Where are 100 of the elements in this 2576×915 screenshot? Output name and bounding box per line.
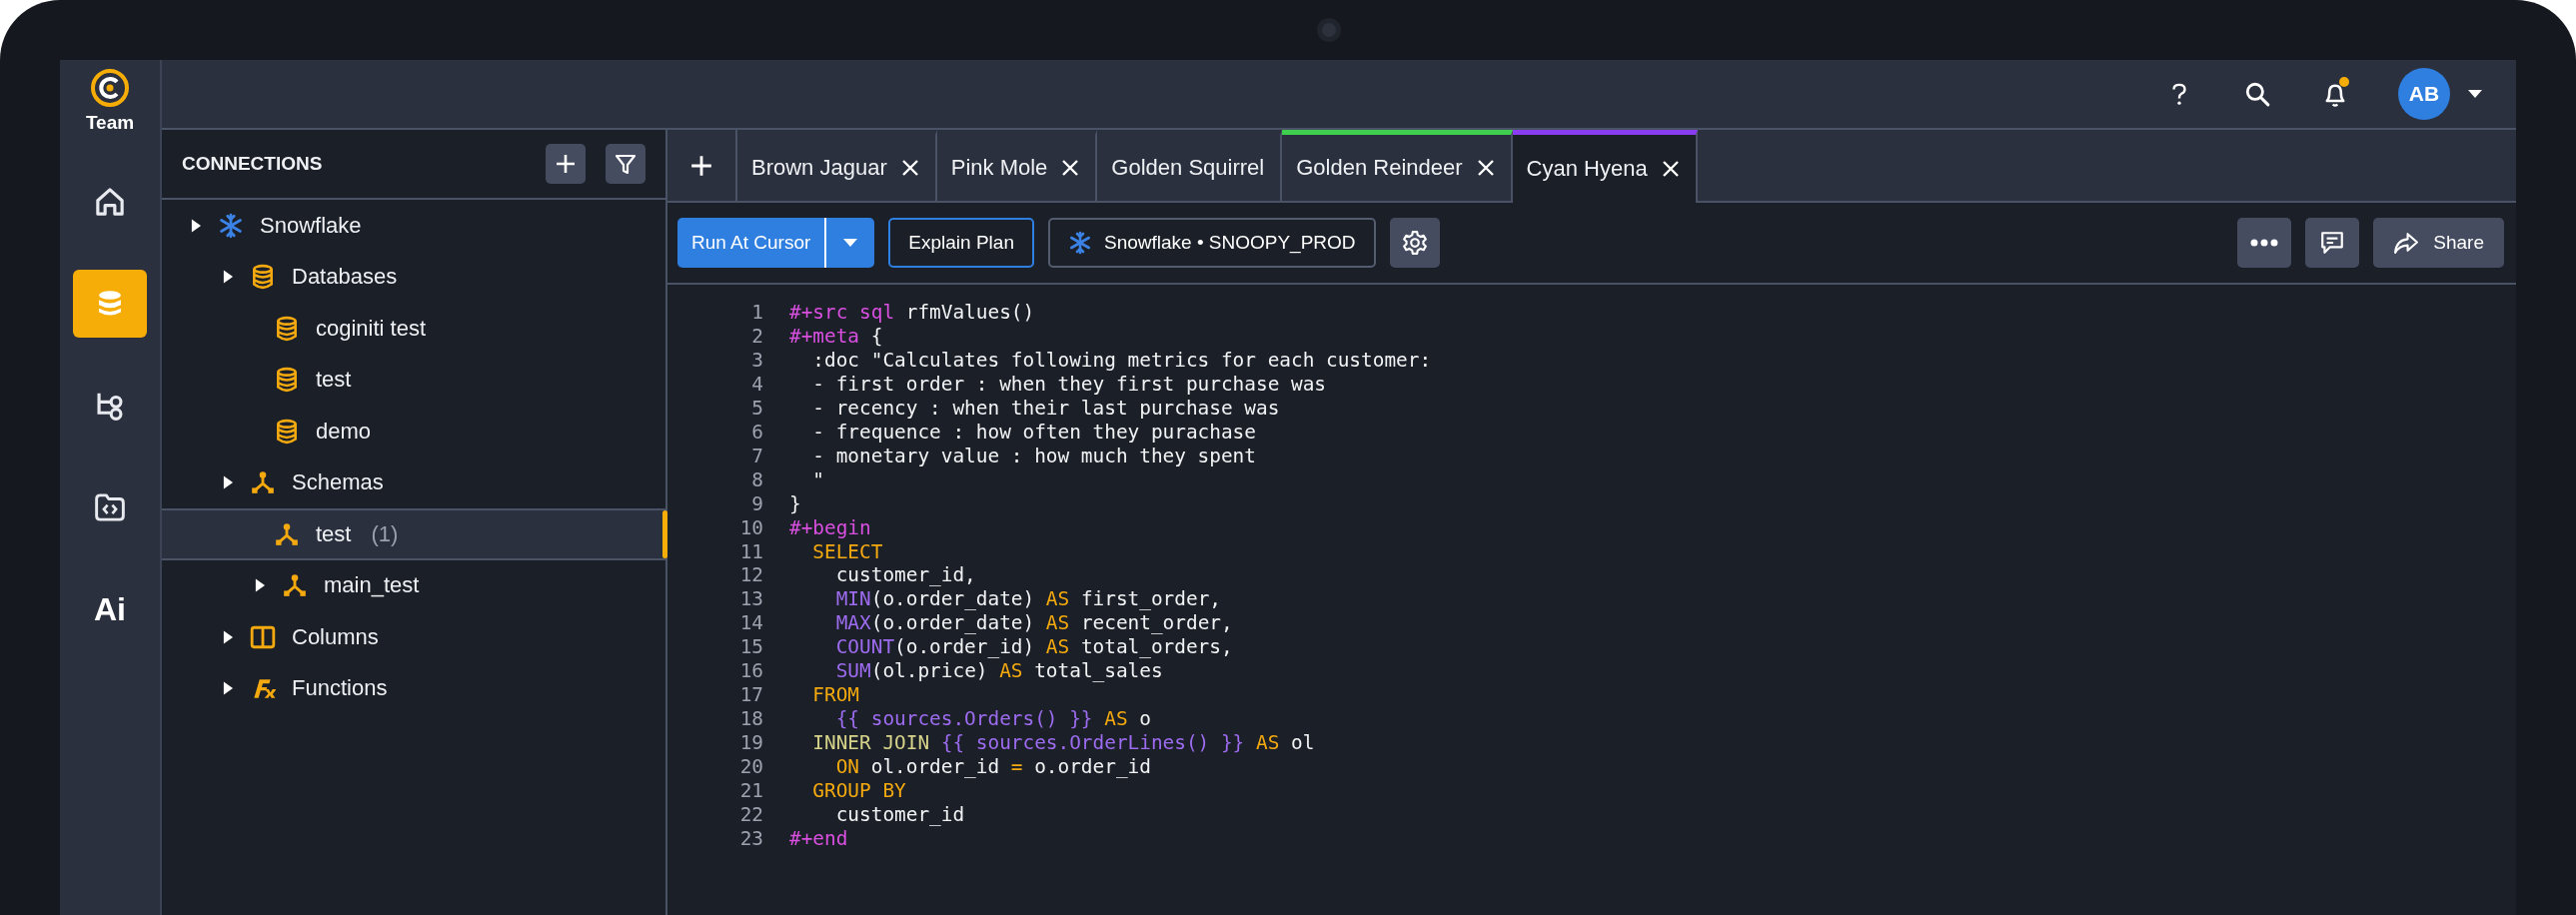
line-number: 22 [738,803,764,827]
close-tab-button[interactable] [1061,159,1080,177]
code-line: SUM(ol.price) AS total_sales [834,659,1163,684]
tab-label: Pink Mole [950,155,1048,181]
tree-item[interactable]: test (1) [162,508,665,560]
plus-icon [689,153,713,178]
comment-icon [2319,230,2346,256]
tree-item-label: test [316,520,352,547]
line-number: 16 [738,659,764,684]
code-line: GROUP BY [811,779,906,803]
team-label: Team [85,112,135,134]
line-number: 7 [750,444,764,468]
code-line: } [789,491,801,516]
tree-item[interactable]: test [162,354,665,406]
columns-icon [250,623,276,650]
close-tab-button[interactable] [1661,160,1680,178]
database-icon [274,315,300,342]
tree-item-label: Columns [292,623,379,650]
code-line: ON ol.order_id = o.order_id [834,755,1151,780]
code-line: - recency : when their last purchase was [811,396,1280,421]
snowflake-icon [1067,231,1092,255]
editor-tab[interactable]: Golden Reindeer [1282,130,1513,201]
line-number: 18 [738,707,764,732]
tree-item[interactable]: Functions [162,662,665,714]
tab-label: Cyan Hyena [1526,156,1648,182]
line-number: 12 [738,563,764,588]
run-at-cursor-button[interactable]: Run At Cursor [677,218,827,268]
code-line: #+end [789,826,848,851]
line-number: 6 [750,420,764,445]
code-line: #+meta { [789,324,883,349]
selection-indicator [662,510,667,558]
tab-label: Golden Squirrel [1111,155,1265,181]
settings-button[interactable] [1389,218,1440,268]
code-line: customer_id [834,803,965,827]
more-button[interactable] [2237,218,2292,268]
connection-selector[interactable]: Snowflake • SNOOPY_PROD [1047,218,1376,268]
logo-icon [90,68,130,108]
tree-item-label: demo [316,418,372,445]
line-number: 19 [738,731,764,756]
tree-item[interactable]: demo [162,406,665,458]
database-icon [274,418,300,445]
close-tab-button[interactable] [900,159,919,177]
code-line: FROM [811,683,860,708]
schema-icon [274,520,300,547]
tree-item-label: coginiti test [316,315,427,342]
comment-button[interactable] [2305,218,2360,268]
editor-tab[interactable]: Cyan Hyena [1512,130,1698,203]
line-number: 17 [738,683,764,708]
snowflake-icon [218,212,244,239]
user-avatar[interactable]: AB [2398,68,2450,120]
code-line: - monetary value : how much they spent [811,444,1256,468]
line-number: 14 [738,611,764,636]
line-number: 3 [750,348,764,373]
code-line: - first order : when they first purchase was [811,372,1326,397]
tree-item-label: test [316,367,352,394]
close-icon [1661,160,1680,178]
code-line: INNER JOIN {{ sources.OrderLines() }} AS ol [811,731,1315,756]
add-connection-button[interactable] [546,144,586,184]
database-icon [274,367,300,394]
more-icon [2250,239,2279,247]
close-icon [900,159,919,177]
code-line: COUNT(o.order_id) AS total_orders, [834,635,1233,660]
tab-label: Golden Reindeer [1296,155,1463,181]
tree-item[interactable]: Snowflake [162,200,665,252]
schema-icon [250,469,276,496]
tree-item[interactable]: coginiti test [162,303,665,355]
close-icon [1476,159,1495,177]
camera-drawing [1317,18,1341,42]
tree-item-label: Schemas [292,469,384,496]
code-line: SELECT [811,539,883,564]
code-line: MAX(o.order_date) AS recent_order, [834,611,1233,636]
explain-plan-button[interactable]: Explain Plan [888,218,1034,268]
database-icon [250,264,276,291]
home-icon [93,185,127,219]
line-number: 1 [750,301,764,325]
tree-item[interactable]: main_test [162,559,665,611]
close-icon [1061,159,1080,177]
tree-item[interactable]: Schemas [162,457,665,508]
tree-item[interactable]: Databases [162,251,665,303]
tree-item[interactable]: Columns [162,611,665,663]
section-title: CONNECTIONS [182,153,324,175]
line-number: 8 [750,467,764,492]
schema-icon [282,572,308,599]
line-number: 5 [750,396,764,421]
code-line: {{ sources.Orders() }} AS o [834,707,1151,732]
nav-button[interactable]: Ai [73,575,147,643]
line-number: 23 [738,826,764,851]
plus-icon [555,153,577,175]
line-number: 11 [738,539,764,564]
line-number: 2 [750,324,764,349]
filter-button[interactable] [606,144,645,184]
share-button[interactable]: Share [2373,218,2504,268]
close-tab-button[interactable] [1476,159,1495,177]
code-folder-icon [93,490,127,524]
code-line: #+begin [789,515,871,540]
code-line: " [811,467,825,492]
search-icon [2244,81,2270,107]
code-line: #+src sql rfmValues() [789,301,1035,325]
item-count: (1) [371,520,399,547]
code-line: - frequence : how often they purachase [811,420,1256,445]
